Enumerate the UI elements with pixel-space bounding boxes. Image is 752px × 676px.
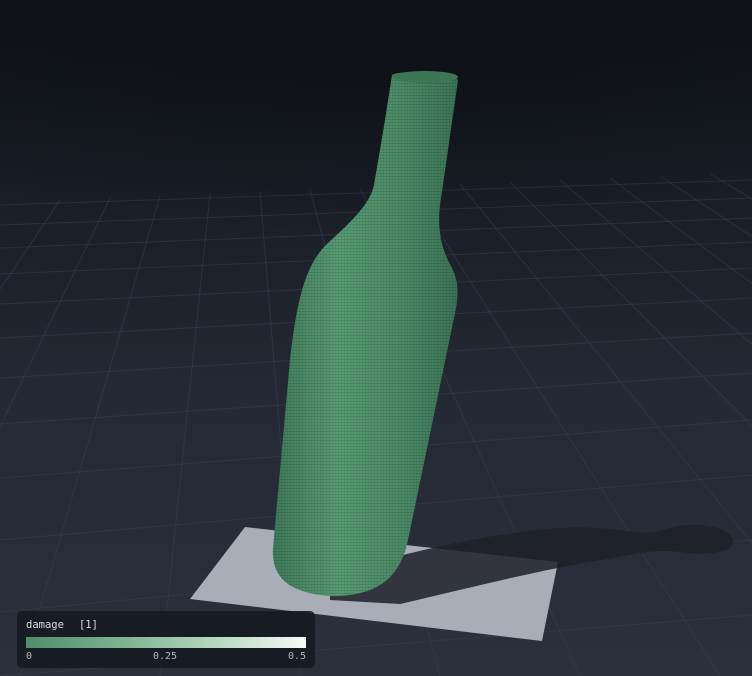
- legend-mid-label: 0.25: [153, 651, 178, 662]
- bottle-mouth: [392, 71, 458, 83]
- 3d-viewport[interactable]: damage [1] 0 0.25 0.5: [0, 0, 752, 676]
- legend-field-name: damage: [26, 618, 64, 631]
- legend-header: damage [1]: [26, 618, 306, 631]
- colormap-legend: damage [1] 0 0.25 0.5: [17, 611, 315, 668]
- colormap-bar: [26, 637, 306, 648]
- legend-component: [1]: [78, 618, 98, 631]
- scene-canvas[interactable]: [0, 0, 752, 676]
- legend-min-label: 0: [26, 651, 33, 662]
- legend-max-label: 0.5: [287, 651, 306, 662]
- legend-ticks: 0 0.25 0.5: [26, 651, 306, 665]
